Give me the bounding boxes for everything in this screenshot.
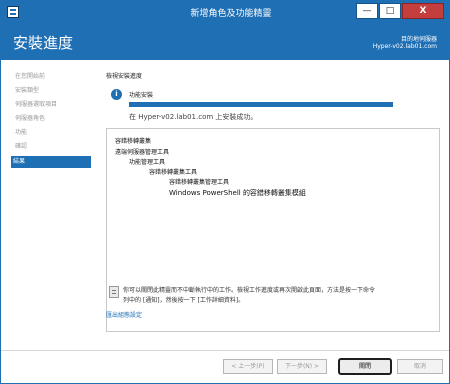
step-confirmation[interactable]: 確認 xyxy=(13,141,93,153)
step-features[interactable]: 功能 xyxy=(13,127,93,139)
previous-button[interactable]: < 上一步(P) xyxy=(223,359,273,374)
info-icon: i xyxy=(111,89,122,100)
next-button[interactable]: 下一步(N) > xyxy=(277,359,327,374)
result-item: Windows PowerShell 的容錯移轉叢集模組 xyxy=(169,189,306,197)
result-item: 容錯移轉叢集工具 xyxy=(149,169,198,176)
close-window-button[interactable]: X xyxy=(402,3,444,19)
results-panel: 檢視安裝進度 i 功能安裝 在 Hyper-v02.lab01.com 上安裝成… xyxy=(101,60,445,350)
note-text-line-1: 你可以關閉此精靈而不中斷執行中的工作。檢視工作進度或再次開啟此頁面，方法是按一下… xyxy=(123,287,376,294)
wizard-step-list: 在您開始前 安裝類型 伺服器選取項目 伺服器角色 功能 確認 結果 xyxy=(1,60,95,350)
status-title: 功能安裝 xyxy=(129,92,154,99)
wizard-header: 安裝進度 目的地伺服器 Hyper-v02.lab01.com xyxy=(1,23,449,60)
section-label: 檢視安裝進度 xyxy=(106,73,143,80)
step-server-roles[interactable]: 伺服器角色 xyxy=(13,113,93,125)
title-bar: 新增角色及功能精靈 — □ X xyxy=(1,1,449,23)
note-icon xyxy=(109,286,119,298)
export-configuration-link[interactable]: 匯出組態設定 xyxy=(106,310,142,319)
wizard-window: 新增角色及功能精靈 — □ X 安裝進度 目的地伺服器 Hyper-v02.la… xyxy=(0,0,450,384)
destination-server-label: 目的地伺服器 xyxy=(400,36,437,43)
step-results[interactable]: 結果 xyxy=(11,156,91,168)
result-item: 容錯移轉叢集 xyxy=(115,138,152,145)
step-installation-type[interactable]: 安裝類型 xyxy=(13,85,93,97)
page-title: 安裝進度 xyxy=(13,34,74,52)
minimize-button[interactable]: — xyxy=(356,3,378,19)
result-item: 容錯移轉叢集管理工具 xyxy=(169,179,230,186)
window-title: 新增角色及功能精靈 xyxy=(190,9,272,19)
note-text-line-2: 列中的 [通知]，然後按一下 [工作詳細資料]。 xyxy=(123,297,245,304)
step-before-you-begin[interactable]: 在您開始前 xyxy=(13,71,93,83)
progress-bar xyxy=(129,102,393,107)
destination-server-name: Hyper-v02.lab01.com xyxy=(372,43,437,50)
result-item: 遠端伺服器管理工具 xyxy=(115,149,170,156)
wizard-footer: < 上一步(P) 下一步(N) > 關閉 取消 xyxy=(1,350,449,383)
progress-bar-fill xyxy=(129,102,393,107)
cancel-button[interactable]: 取消 xyxy=(397,359,443,374)
step-server-selection[interactable]: 伺服器選取項目 xyxy=(13,99,93,111)
close-button[interactable]: 關閉 xyxy=(338,358,392,375)
status-message: 在 Hyper-v02.lab01.com 上安裝成功。 xyxy=(129,113,258,121)
server-manager-icon xyxy=(7,6,19,18)
result-item: 功能管理工具 xyxy=(129,159,166,166)
maximize-button[interactable]: □ xyxy=(379,3,401,19)
